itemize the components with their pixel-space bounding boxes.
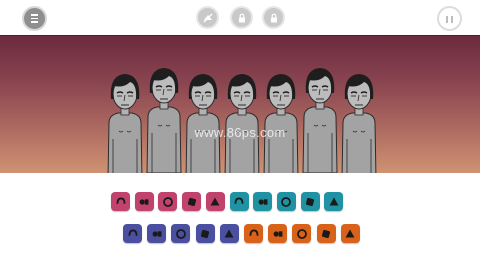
beat-3-button[interactable] [158,192,178,211]
melody-icon-1 [128,229,137,236]
melody-4-button[interactable] [195,224,215,243]
melody-5-button[interactable] [219,224,239,243]
melody-icon-5 [224,229,234,238]
effect-1-button[interactable] [229,192,249,211]
lock-button-1[interactable] [230,6,253,29]
voice-4-button[interactable] [316,224,336,243]
effect-icon-5 [329,197,339,206]
effect-icon-1 [234,197,244,204]
pause-icon [445,10,454,28]
effect-5-button[interactable] [324,192,344,211]
lock-icon [238,13,245,22]
beat-4-button[interactable] [182,192,202,211]
no-record-button[interactable] [196,6,219,29]
effect-icon-3 [281,196,292,207]
beat-5-button[interactable] [205,192,225,211]
top-bar [0,0,480,35]
melody-icon-2 [152,230,162,237]
voice-icon-2 [273,230,283,237]
beat-icon-3 [163,196,173,207]
effect-3-button[interactable] [276,192,296,211]
voice-icon-5 [345,229,355,238]
watermark: www.86ps.com [194,125,286,140]
melody-icon-4 [201,229,210,238]
effect-2-button[interactable] [253,192,273,211]
effect-4-button[interactable] [300,192,320,211]
menu-button[interactable] [22,6,47,31]
beat-icon-2 [139,198,149,205]
beat-icon-4 [187,197,196,206]
beat-icon-5 [210,197,220,206]
effect-icon-2 [258,198,268,205]
beat-1-button[interactable] [111,192,130,211]
beat-2-button[interactable] [134,192,154,211]
menu-icon [31,13,38,24]
singer-7[interactable] [334,69,384,173]
beat-icon-1 [116,197,125,204]
effect-icon-4 [306,197,315,206]
voice-3-button[interactable] [292,224,312,243]
voice-1-button[interactable] [244,224,263,243]
no-record-icon [203,13,212,22]
melody-icon-3 [176,228,186,239]
lock-button-2[interactable] [262,6,285,29]
melody-1-button[interactable] [123,224,142,243]
lock-icon [270,13,277,22]
melody-3-button[interactable] [171,224,191,243]
voice-icon-1 [249,229,258,236]
sound-palette [0,173,480,270]
pause-button[interactable] [437,6,462,31]
stage-border [0,35,480,36]
stage: www.86ps.com [0,35,480,173]
melody-2-button[interactable] [147,224,167,243]
voice-5-button[interactable] [340,224,360,243]
voice-icon-3 [297,228,307,239]
voice-icon-4 [322,229,331,238]
voice-2-button[interactable] [268,224,288,243]
